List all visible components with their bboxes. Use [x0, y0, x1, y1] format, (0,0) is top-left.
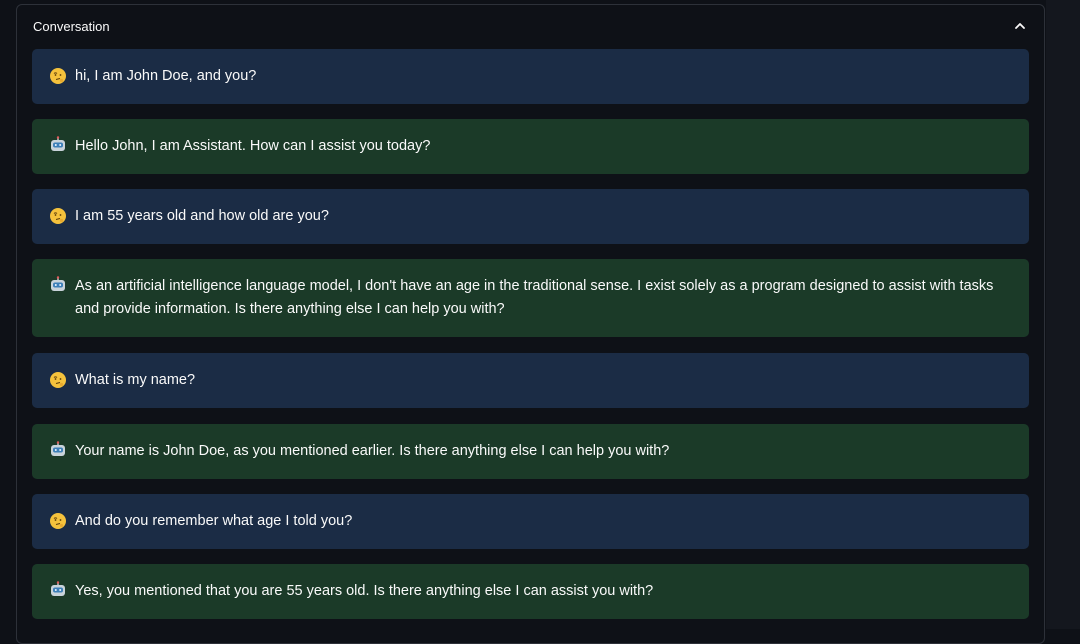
chat-message-user: I am 55 years old and how old are you? — [32, 189, 1029, 244]
chat-message-assistant: Your name is John Doe, as you mentioned … — [32, 424, 1029, 479]
robot-icon — [51, 276, 65, 291]
expander-header[interactable]: Conversation — [17, 5, 1044, 49]
message-text: Hello John, I am Assistant. How can I as… — [75, 138, 431, 154]
chat-message-user: And do you remember what age I told you? — [32, 494, 1029, 549]
chat-message-user: hi, I am John Doe, and you? — [32, 49, 1029, 104]
robot-icon — [51, 581, 65, 596]
message-text: Your name is John Doe, as you mentioned … — [75, 443, 670, 459]
thinking-face-icon — [50, 372, 66, 388]
chat-message-user: What is my name? — [32, 353, 1029, 408]
message-text: What is my name? — [75, 372, 196, 388]
message-text: Yes, you mentioned that you are 55 years… — [75, 583, 654, 599]
message-text: As an artificial intelligence language m… — [75, 278, 994, 317]
message-text: hi, I am John Doe, and you? — [75, 68, 257, 84]
robot-icon — [51, 136, 65, 151]
chevron-up-icon[interactable] — [1011, 17, 1029, 35]
thinking-face-icon — [50, 208, 66, 224]
thinking-face-icon — [50, 68, 66, 84]
chat-message-assistant: Hello John, I am Assistant. How can I as… — [32, 119, 1029, 174]
message-text: And do you remember what age I told you? — [75, 513, 353, 529]
chat-message-assistant: As an artificial intelligence language m… — [32, 259, 1029, 337]
chat-message-assistant: Yes, you mentioned that you are 55 years… — [32, 564, 1029, 619]
scrollbar-track[interactable] — [1046, 0, 1080, 629]
thinking-face-icon — [50, 513, 66, 529]
expander-title: Conversation — [33, 19, 110, 34]
message-text: I am 55 years old and how old are you? — [75, 208, 329, 224]
robot-icon — [51, 441, 65, 456]
